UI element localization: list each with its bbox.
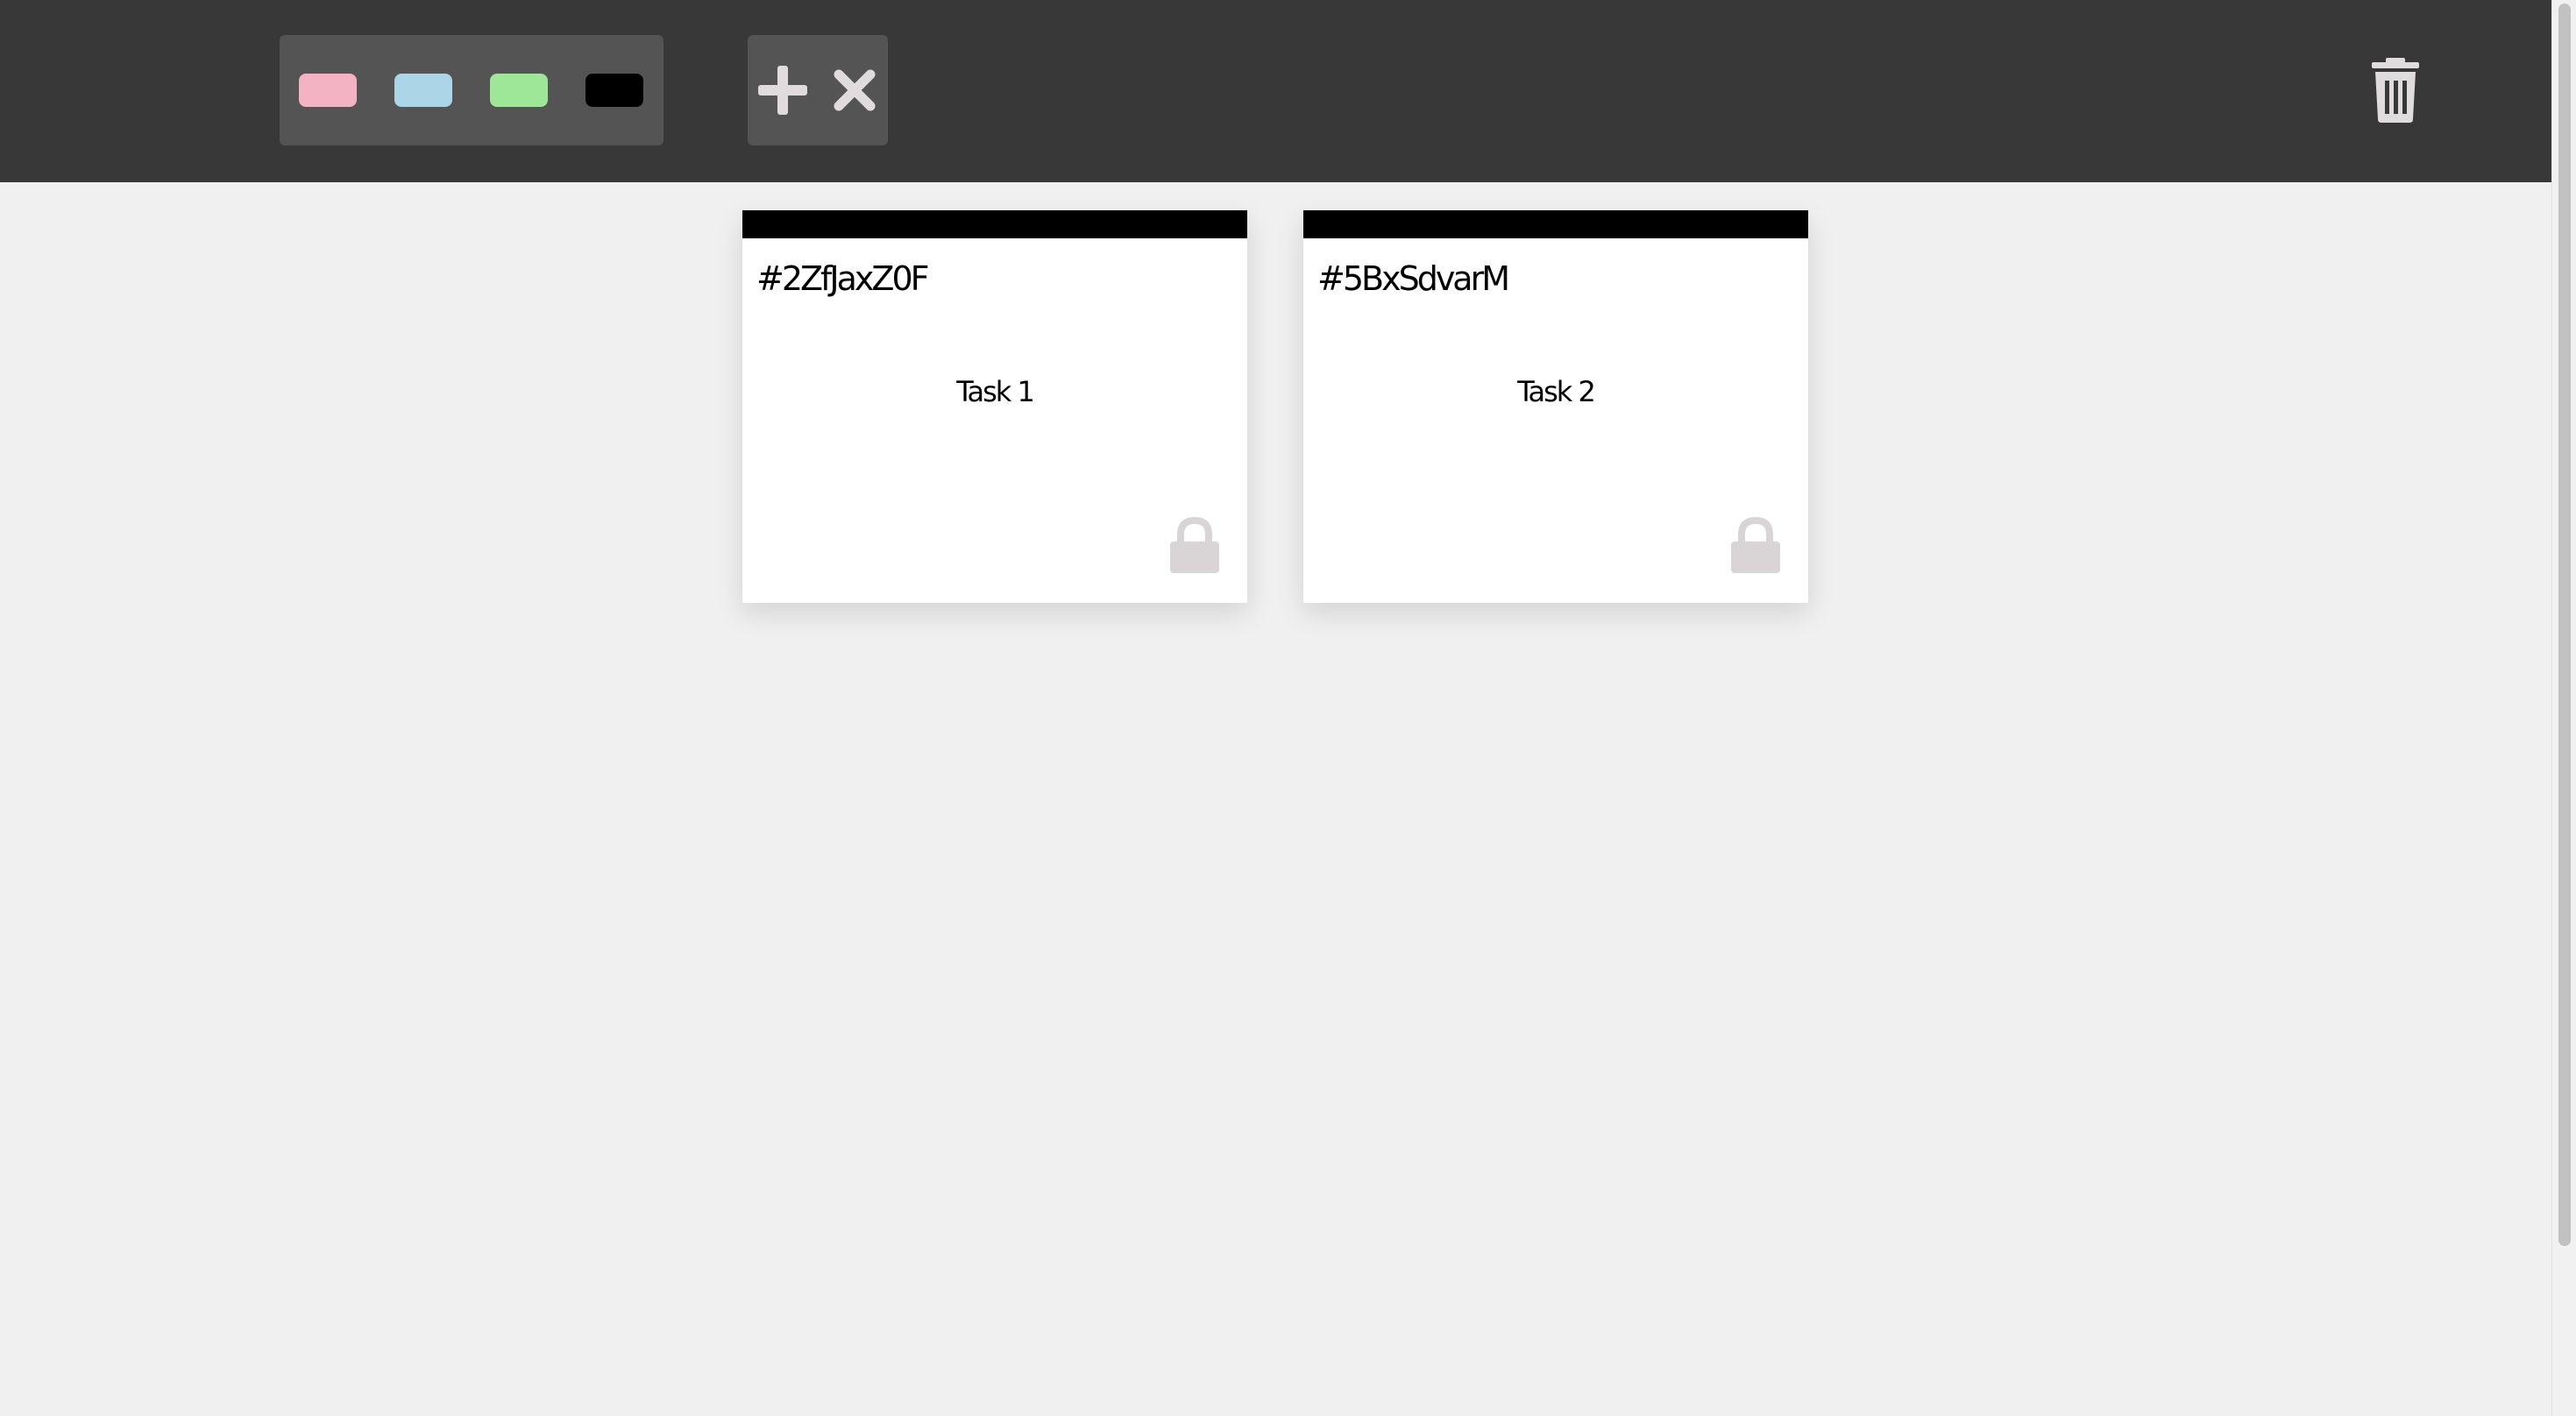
sticky-note[interactable]: #5BxSdvarM Task 2 xyxy=(1303,210,1808,603)
close-button[interactable] xyxy=(828,64,881,117)
lock-icon xyxy=(1731,516,1780,573)
lock-icon xyxy=(1170,516,1219,573)
note-id: #2ZfJaxZ0F xyxy=(756,259,929,298)
action-group xyxy=(748,35,888,145)
color-swatch-light-blue[interactable] xyxy=(394,74,452,107)
trash-button[interactable] xyxy=(2367,58,2424,123)
sticky-note[interactable]: #2ZfJaxZ0F Task 1 xyxy=(742,210,1247,603)
color-swatch-light-green[interactable] xyxy=(490,74,548,107)
color-swatch-pink[interactable] xyxy=(299,74,357,107)
toolbar xyxy=(0,0,2551,182)
plus-icon xyxy=(758,66,807,115)
note-color-bar xyxy=(742,210,1247,238)
add-note-button[interactable] xyxy=(756,64,809,117)
note-text[interactable]: Task 2 xyxy=(1303,375,1808,408)
note-color-bar xyxy=(1303,210,1808,238)
notes-board: #2ZfJaxZ0F Task 1 #5BxSdvarM Task 2 xyxy=(0,182,2551,1416)
color-swatch-black[interactable] xyxy=(585,74,643,107)
lock-button[interactable] xyxy=(1729,516,1782,575)
page: #2ZfJaxZ0F Task 1 #5BxSdvarM Task 2 xyxy=(0,0,2576,1416)
close-icon xyxy=(834,69,876,111)
lock-button[interactable] xyxy=(1168,516,1221,575)
trash-icon xyxy=(2372,58,2419,123)
note-id: #5BxSdvarM xyxy=(1317,259,1510,298)
note-text[interactable]: Task 1 xyxy=(742,375,1247,408)
scrollbar-thumb[interactable] xyxy=(2558,4,2571,1246)
color-picker-group xyxy=(280,35,664,145)
vertical-scrollbar[interactable] xyxy=(2551,0,2576,1416)
